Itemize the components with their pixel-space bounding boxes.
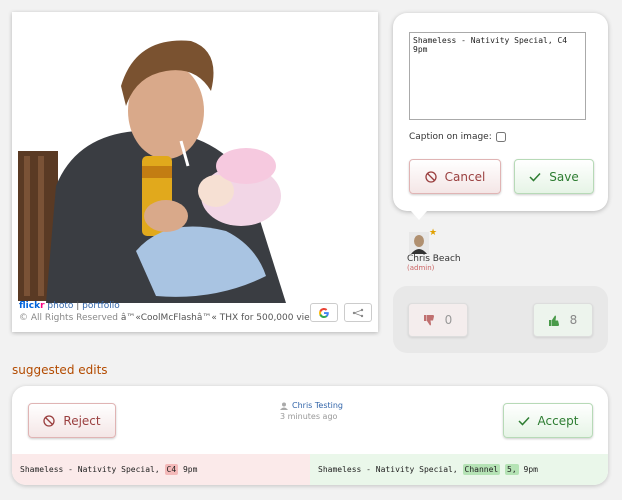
user-role: (admin) (407, 264, 435, 272)
diff-new-after: 9pm (518, 465, 538, 474)
avatar[interactable] (409, 232, 429, 254)
cancel-icon (425, 170, 437, 183)
portfolio-link[interactable]: portfolio (82, 301, 120, 311)
caption-textarea[interactable]: Shameless - Nativity Special, C4 9pm (409, 32, 586, 120)
photo-caption: flickr photo | portfolio © All Rights Re… (19, 300, 329, 324)
check-icon (518, 416, 530, 426)
share-button[interactable] (344, 303, 372, 322)
thumbs-down-icon (423, 314, 434, 325)
suggest-user[interactable]: Chris Testing (280, 401, 343, 410)
diff-new-before: Shameless - Nativity Special, (318, 465, 463, 474)
user-icon (280, 402, 288, 410)
caption-on-image-label: Caption on image: (409, 132, 492, 142)
share-icon (352, 308, 364, 317)
diff-added-text: Channel (462, 464, 501, 475)
credits-text: © All Rights Reserved (19, 313, 121, 323)
vote-up-count: 8 (569, 313, 578, 327)
photo-image[interactable] (16, 16, 334, 303)
cancel-label: Cancel (444, 169, 486, 184)
save-button[interactable]: Save (514, 159, 594, 194)
accept-button[interactable]: Accept (503, 403, 593, 438)
google-icon (319, 307, 329, 318)
vote-down-button[interactable]: 0 (408, 303, 468, 337)
vote-up-button[interactable]: 8 (533, 303, 593, 337)
caption-editor: Shameless - Nativity Special, C4 9pm Cap… (393, 13, 608, 220)
diff-new-caption: Shameless - Nativity Special, Channel 5,… (310, 454, 608, 485)
suggest-time: 3 minutes ago (280, 412, 338, 421)
diff-old-caption: Shameless - Nativity Special, C4 9pm (12, 454, 310, 485)
user-name[interactable]: Chris Beach (407, 254, 461, 264)
caption-on-image-option: Caption on image: (409, 132, 506, 142)
votes-panel: 0 8 (393, 286, 608, 353)
caption-separator: | (76, 301, 80, 311)
flickr-logo[interactable]: flickr (19, 301, 45, 311)
suggested-edits-title: suggested edits (12, 363, 108, 377)
credits-user[interactable]: â™«CoolMcFlashâ™« THX for 500,000 views!… (121, 313, 329, 323)
diff-old-after: 9pm (178, 465, 198, 474)
photo-link[interactable]: photo (47, 301, 73, 311)
check-icon (529, 172, 541, 182)
suggested-edit-card: Reject Chris Testing 3 minutes ago Accep… (12, 386, 608, 485)
cancel-icon (43, 414, 56, 427)
save-label: Save (549, 169, 579, 184)
photo-card: flickr photo | portfolio © All Rights Re… (12, 12, 378, 332)
accept-label: Accept (537, 413, 579, 428)
vote-down-count: 0 (444, 313, 453, 327)
caption-on-image-checkbox[interactable] (495, 132, 506, 142)
diff-removed-text: C4 (164, 464, 179, 475)
star-icon: ★ (429, 228, 438, 238)
google-search-button[interactable] (310, 303, 338, 322)
reject-label: Reject (63, 413, 101, 428)
reject-button[interactable]: Reject (28, 403, 116, 438)
thumbs-up-icon (548, 315, 559, 326)
cancel-button[interactable]: Cancel (409, 159, 501, 194)
diff-added-text: 5, (505, 464, 519, 475)
suggest-user-name: Chris Testing (292, 401, 344, 410)
diff-old-before: Shameless - Nativity Special, (20, 465, 165, 474)
